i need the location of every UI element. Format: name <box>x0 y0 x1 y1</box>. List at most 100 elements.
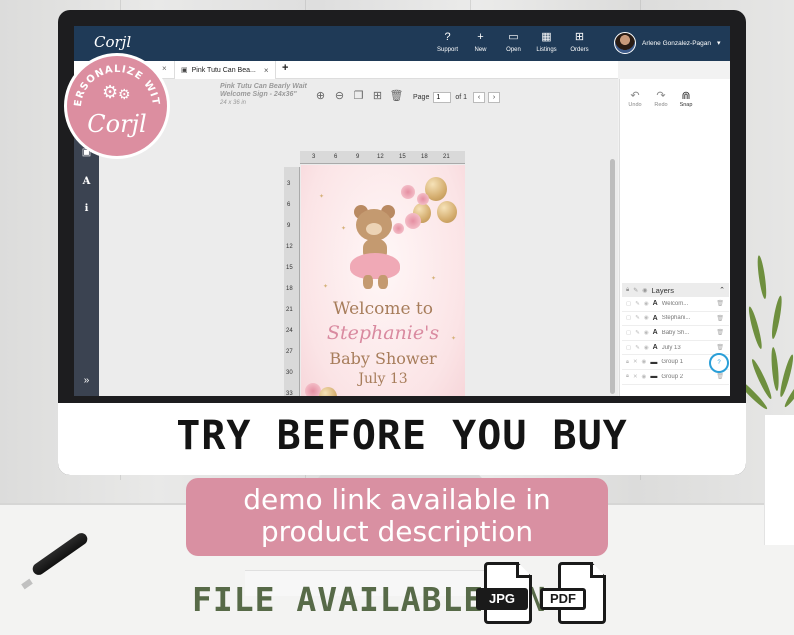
delete-page-icon[interactable]: 🗑 <box>387 89 406 102</box>
pencil-icon[interactable]: ✎ <box>635 345 640 351</box>
canvas-workspace[interactable]: Pink Tutu Can Bearly Wait Welcome Sign -… <box>99 79 618 396</box>
demo-banner: demo link available in product descripti… <box>186 478 608 556</box>
prev-page-button[interactable]: ‹ <box>473 92 486 103</box>
lock-icon[interactable]: ▢ <box>626 345 631 351</box>
ruler-tick: 24 <box>286 328 293 334</box>
eye-icon[interactable]: ◉ <box>644 301 649 307</box>
ruler-tick: 6 <box>287 202 291 208</box>
nav-label: Listings <box>536 47 557 53</box>
chevron-up-icon[interactable]: ⌃ <box>719 286 725 294</box>
ruler-tick: 33 <box>286 391 293 396</box>
magnet-icon: ⋒ <box>681 90 691 102</box>
gold-balloon <box>437 201 457 223</box>
sparkle-icon: ✦ <box>323 284 329 290</box>
lock-icon[interactable]: 🔒︎ <box>626 359 629 366</box>
text-name[interactable]: Stephanie's <box>301 322 465 344</box>
lock-icon[interactable]: ▢ <box>626 315 631 321</box>
undo-label: Undo <box>628 102 642 108</box>
layer-row[interactable]: ▢ ✎ ◉ A Baby Sh... 🗑 <box>622 326 729 341</box>
ruler-tick: 18 <box>286 286 293 292</box>
undo-icon: ↶ <box>630 90 640 102</box>
snap-button[interactable]: ⋒ Snap <box>675 89 697 108</box>
text-date[interactable]: July 13 <box>301 371 465 387</box>
eye-icon[interactable]: ◉ <box>644 330 649 336</box>
text-baby-shower[interactable]: Baby Shower <box>301 349 465 368</box>
trash-icon[interactable]: 🗑 <box>716 315 724 322</box>
info-icon[interactable]: ℹ <box>74 203 99 214</box>
layer-row[interactable]: 🔒︎ ✕ ◉ ▬ Group 2 🗑 <box>622 370 729 385</box>
nav-label: Open <box>506 47 521 53</box>
user-menu[interactable]: Arlene Gonzalez-Pagan ▾ <box>614 32 721 54</box>
ruler-tick: 30 <box>286 370 293 376</box>
app-screen: Corjl ? Support + New ▭ Open ▦ Listings … <box>74 26 730 396</box>
add-tab-button[interactable]: + <box>282 62 288 74</box>
layer-row[interactable]: ▢ ✎ ◉ A Stephani... 🗑 <box>622 312 729 327</box>
nav-new-button[interactable]: + New <box>464 31 497 53</box>
nav-orders-button[interactable]: ⊞ Orders <box>563 31 596 53</box>
file-fold <box>590 562 606 578</box>
zoom-in-icon[interactable]: ⊕ <box>311 89 330 102</box>
lock-icon[interactable]: ▢ <box>626 301 631 307</box>
page-number-input[interactable] <box>433 92 452 103</box>
pencil-icon[interactable]: ✎ <box>635 330 640 336</box>
eye-icon[interactable]: ◉ <box>644 315 649 321</box>
trash-icon[interactable]: 🗑 <box>716 344 724 351</box>
pink-flower <box>393 223 404 234</box>
layer-row[interactable]: ▢ ✎ ◉ A Welcom... 🗑 <box>622 297 729 312</box>
nav-open-button[interactable]: ▭ Open <box>497 31 530 53</box>
ruler-tick: 3 <box>287 181 291 187</box>
gear-icon: ⚙ <box>102 82 119 102</box>
document-tab[interactable]: ▣ Pink Tutu Can Bea... × <box>174 61 276 79</box>
trash-icon[interactable]: 🗑 <box>716 373 724 380</box>
help-chat-icon[interactable]: ? <box>709 353 729 373</box>
vertical-ruler: 3 6 9 12 15 18 21 24 27 30 33 <box>284 167 300 396</box>
headline: TRY BEFORE YOU BUY <box>176 413 628 459</box>
layer-row[interactable]: ▢ ✎ ◉ A July 13 🗑 <box>622 341 729 356</box>
redo-icon: ↷ <box>656 90 666 102</box>
layer-name: Group 1 <box>661 359 684 366</box>
bear-tutu <box>350 253 400 279</box>
design-artboard[interactable]: ✦ ✦ ✦ ✦ ✦ Welcome to Stephanie's Baby Sh… <box>301 165 465 396</box>
pink-flower <box>417 193 429 205</box>
expand-icon[interactable]: » <box>74 375 99 386</box>
nav-listings-button[interactable]: ▦ Listings <box>530 31 563 53</box>
ruler-tick: 9 <box>356 154 360 160</box>
ruler-tick: 12 <box>377 154 384 160</box>
bear-leg <box>378 275 388 289</box>
pencil-icon[interactable]: ✎ <box>635 301 640 307</box>
move-icon[interactable]: ✕ <box>633 359 638 365</box>
pencil-icon[interactable]: ✎ <box>635 315 640 321</box>
undo-button[interactable]: ↶ Undo <box>624 89 646 108</box>
sparkle-icon: ✦ <box>341 226 347 232</box>
layers-header[interactable]: 🔒︎ ✎ ◉ Layers ⌃ <box>622 283 729 297</box>
duplicate-page-icon[interactable]: ❐ <box>349 89 368 102</box>
bear-muzzle <box>366 223 382 235</box>
lock-icon[interactable]: 🔒︎ <box>626 373 629 380</box>
jpg-label: JPG <box>476 588 528 610</box>
new-file-icon: + <box>477 31 484 43</box>
next-page-button[interactable]: › <box>488 92 501 103</box>
sparkle-icon: ✦ <box>431 276 437 282</box>
text-icon[interactable]: A <box>74 176 99 187</box>
close-tab-icon[interactable]: × <box>264 66 269 75</box>
layer-type-icon: A <box>652 329 658 337</box>
lock-icon[interactable]: ▢ <box>626 330 631 336</box>
eye-icon[interactable]: ◉ <box>642 359 647 365</box>
layer-type-icon: A <box>652 300 658 308</box>
nav-support-button[interactable]: ? Support <box>431 31 464 53</box>
eye-icon[interactable]: ◉ <box>642 374 647 380</box>
app-logo[interactable]: Corjl <box>94 33 131 51</box>
trash-icon[interactable]: 🗑 <box>716 300 724 307</box>
badge-brand: Corjl <box>87 110 147 138</box>
redo-button[interactable]: ↷ Redo <box>650 89 672 108</box>
zoom-out-icon[interactable]: ⊖ <box>330 89 349 102</box>
plant-pot <box>764 415 794 545</box>
layers-panel: 🔒︎ ✎ ◉ Layers ⌃ ▢ ✎ ◉ A Welcom... 🗑 ▢ ✎ ◉ A … <box>622 283 729 393</box>
move-icon[interactable]: ✕ <box>633 374 638 380</box>
eye-icon[interactable]: ◉ <box>644 345 649 351</box>
add-page-icon[interactable]: ⊞ <box>368 89 387 102</box>
vertical-scrollbar[interactable] <box>610 159 615 394</box>
trash-icon[interactable]: 🗑 <box>716 329 724 336</box>
ruler-tick: 21 <box>286 307 293 313</box>
text-welcome[interactable]: Welcome to <box>301 299 465 319</box>
